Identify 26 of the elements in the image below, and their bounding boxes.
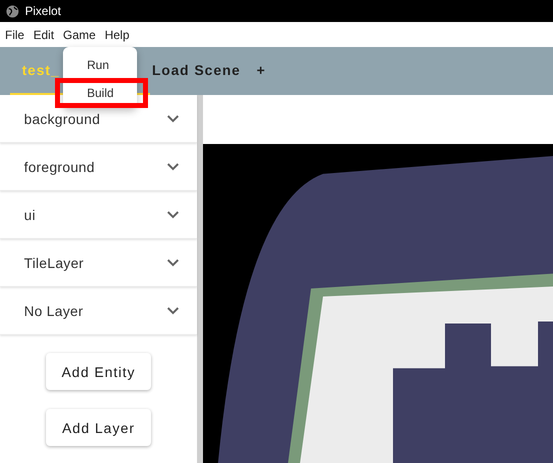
layer-name: TileLayer (24, 254, 84, 270)
chevron-down-icon (167, 306, 179, 314)
layer-name: background (24, 110, 100, 126)
add-entity-button[interactable]: Add Entity (46, 353, 152, 390)
chevron-down-icon (167, 210, 179, 218)
dropdown-item[interactable]: Build (55, 78, 148, 108)
layer-accordion-row[interactable]: ui (0, 191, 197, 239)
tab[interactable]: + (254, 47, 280, 95)
menu-item[interactable]: Help (104, 28, 130, 42)
layer-name: foreground (24, 158, 95, 174)
menu-item[interactable]: Edit (33, 28, 54, 42)
add-layer-button[interactable]: Add Layer (46, 409, 151, 446)
chevron-down-icon (167, 162, 179, 170)
layer-accordion-row[interactable]: No Layer (0, 287, 197, 335)
layer-name: ui (24, 206, 36, 222)
layer-accordion-row[interactable]: TileLayer (0, 239, 197, 287)
menu-item[interactable]: File (5, 28, 24, 42)
globe-icon (6, 4, 19, 18)
dropdown-item[interactable]: Run (63, 52, 137, 78)
window-title: Pixelot (25, 4, 62, 18)
chevron-down-icon (167, 258, 179, 266)
layer-name: No Layer (24, 302, 84, 318)
tab[interactable]: Load Scene (150, 47, 255, 95)
layer-accordion-row[interactable]: foreground (0, 143, 197, 191)
chevron-down-icon (167, 114, 179, 122)
menu-item[interactable]: Game (63, 28, 96, 42)
